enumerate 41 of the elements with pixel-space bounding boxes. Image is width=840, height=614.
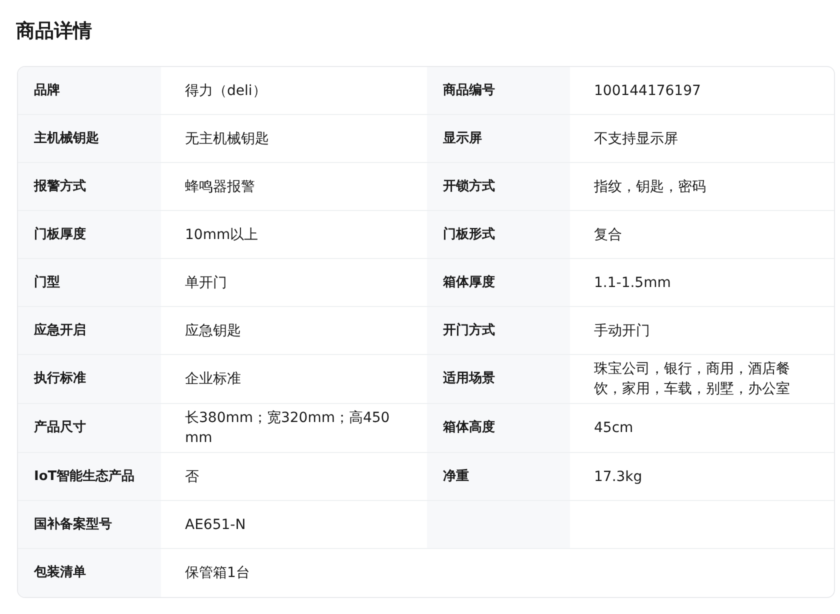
spec-value: 100144176197 — [594, 82, 701, 100]
spec-value: 指纹，钥匙，密码 — [594, 178, 706, 196]
spec-label: 显示屏 — [443, 130, 482, 148]
spec-value: 1.1-1.5mm — [594, 274, 671, 292]
spec-value: 企业标准 — [185, 370, 241, 389]
spec-label: 执行标准 — [34, 370, 86, 388]
spec-value: 长380mm；宽320mm；高450mm — [185, 409, 391, 448]
spec-label: 箱体厚度 — [443, 274, 495, 292]
spec-value: 珠宝公司，银行，商用，酒店餐饮，家用，车载，别墅，办公室 — [594, 360, 791, 399]
spec-label: 报警方式 — [34, 178, 86, 196]
spec-label: 产品尺寸 — [34, 418, 86, 438]
section-title: 商品详情 — [15, 19, 93, 44]
spec-label: 适用场景 — [443, 370, 495, 388]
spec-value: 单开门 — [185, 274, 227, 292]
spec-value: 45cm — [594, 419, 634, 438]
spec-value: 得力（deli） — [185, 82, 266, 100]
spec-value: 复合 — [594, 226, 622, 244]
spec-label: 商品编号 — [443, 82, 495, 100]
spec-label: 净重 — [443, 468, 469, 486]
spec-label: 应急开启 — [34, 322, 86, 340]
spec-value: 蜂鸣器报警 — [185, 178, 255, 196]
spec-label: 开锁方式 — [443, 178, 495, 196]
spec-label: IoT智能生态产品 — [34, 468, 135, 486]
spec-label: 包装清单 — [34, 564, 86, 582]
spec-value: 10mm以上 — [185, 226, 258, 244]
spec-value: AE651-N — [185, 516, 246, 534]
spec-label: 品牌 — [34, 82, 60, 100]
spec-value: 不支持显示屏 — [594, 130, 678, 148]
spec-value: 手动开门 — [594, 322, 650, 340]
spec-label: 门型 — [34, 274, 60, 292]
spec-label: 门板形式 — [443, 226, 495, 244]
spec-label: 国补备案型号 — [34, 516, 112, 534]
spec-value: 否 — [185, 468, 199, 486]
spec-label: 主机械钥匙 — [34, 130, 99, 148]
spec-label: 门板厚度 — [34, 226, 86, 244]
spec-value: 无主机械钥匙 — [185, 130, 269, 148]
spec-label: 开门方式 — [443, 322, 495, 340]
spec-value: 保管箱1台 — [185, 564, 250, 583]
spec-value: 17.3kg — [594, 468, 642, 486]
spec-value: 应急钥匙 — [185, 322, 241, 340]
spec-label: 箱体高度 — [443, 418, 495, 438]
